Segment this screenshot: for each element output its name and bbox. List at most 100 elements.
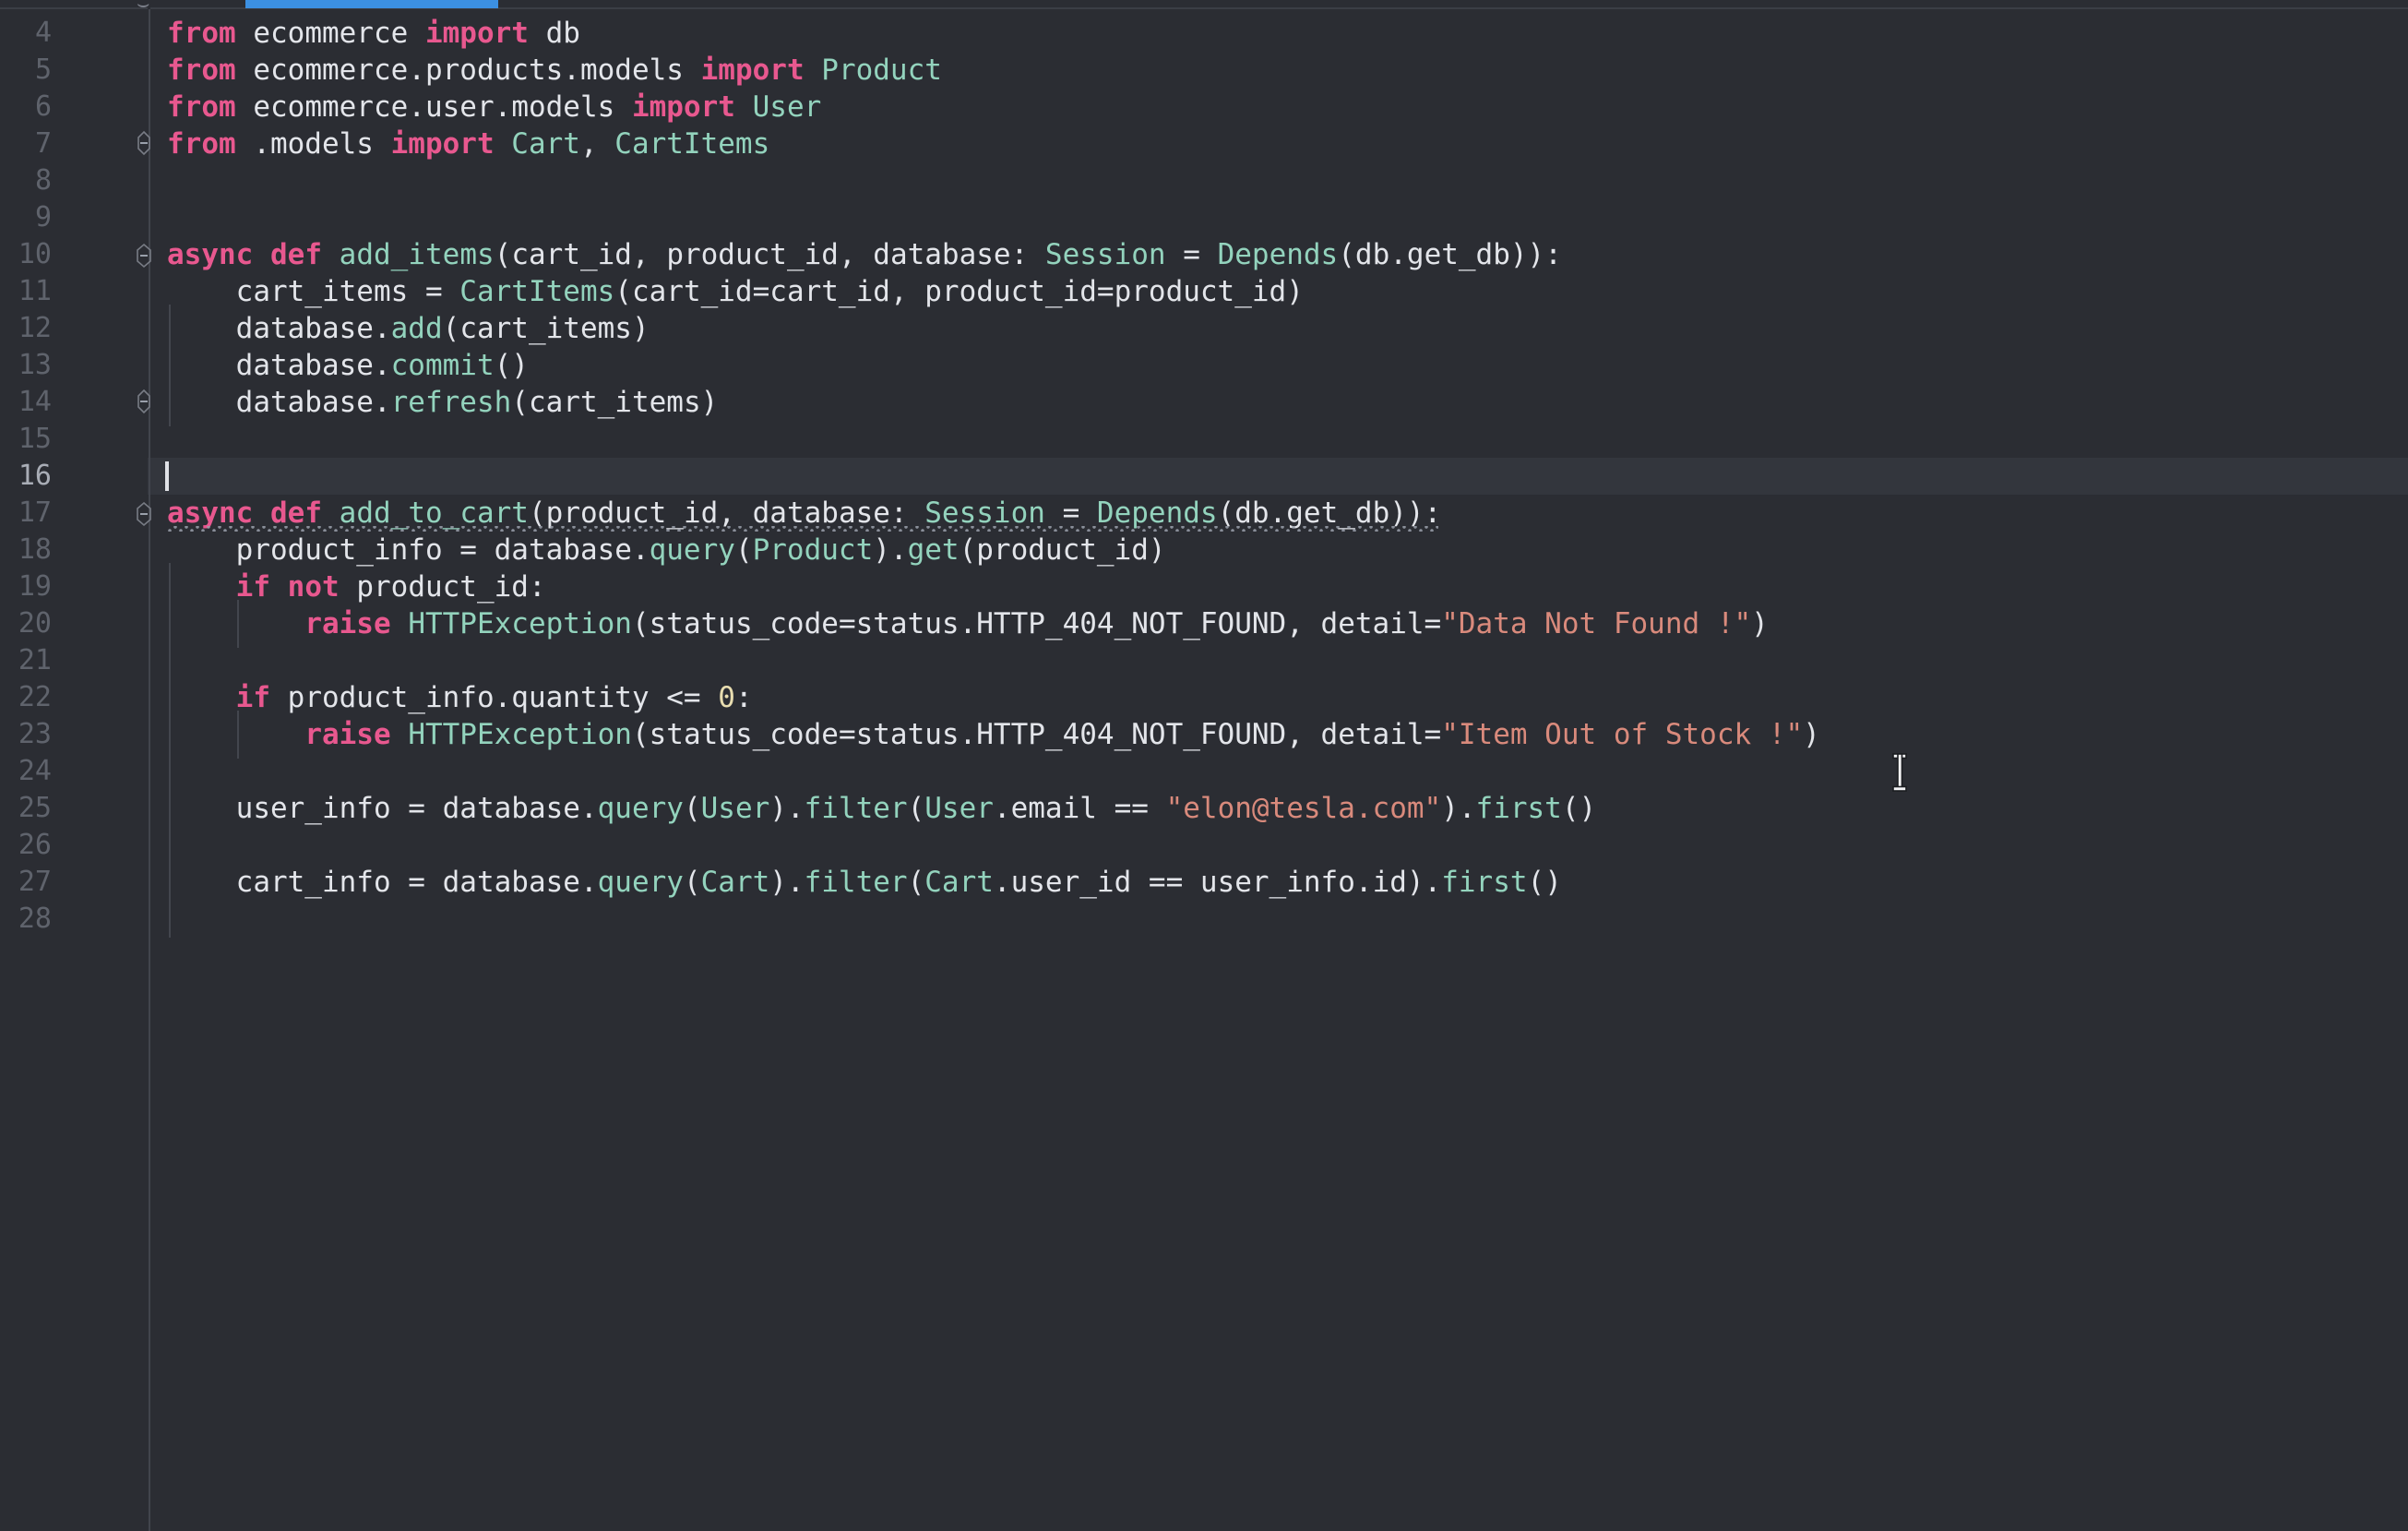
code-token: (: [631, 718, 650, 751]
code-token: ==: [1131, 866, 1200, 899]
code-token: user: [424, 90, 495, 124]
code-token: =: [1044, 496, 1097, 530]
code-line[interactable]: user_info = database.query(User).filter(…: [167, 790, 1597, 827]
code-line[interactable]: cart_info = database.query(Cart).filter(…: [167, 864, 1562, 901]
code-token: HTTP_404_NOT_FOUND: [976, 718, 1287, 751]
fold-collapse-icon[interactable]: [132, 236, 156, 273]
code-token: (: [631, 607, 650, 640]
code-editor[interactable]: ⌣ 45678910111213141516171819202122232425…: [0, 0, 2408, 1531]
code-token: get_db: [1286, 496, 1390, 530]
code-token: user_id: [1010, 866, 1132, 899]
code-line[interactable]: async def add_items(cart_id, product_id,…: [167, 236, 1562, 273]
gutter-line-number[interactable]: 23: [0, 716, 52, 753]
fold-end-icon[interactable]: [132, 126, 156, 162]
code-token: (): [1561, 792, 1597, 825]
gutter-line-number[interactable]: 18: [0, 532, 52, 568]
code-token: .: [993, 866, 1011, 899]
code-token: product_id: [924, 275, 1097, 308]
gutter-line-number[interactable]: 19: [0, 568, 52, 605]
code-token: raise: [304, 718, 391, 751]
fold-end-icon[interactable]: [132, 384, 156, 421]
code-token: ,: [1286, 607, 1321, 640]
code-line[interactable]: from ecommerce import db: [167, 15, 580, 52]
code-token: db: [1234, 496, 1270, 530]
code-line[interactable]: from .models import Cart, CartItems: [167, 126, 769, 162]
code-token: (): [494, 349, 529, 382]
code-token: from: [167, 17, 236, 50]
code-line[interactable]: if not product_id:: [167, 568, 546, 605]
code-token: user_info: [1199, 866, 1355, 899]
code-token: get: [907, 533, 960, 567]
gutter-line-number[interactable]: 21: [0, 642, 52, 679]
code-content-area[interactable]: from ecommerce import db from ecommerce.p…: [150, 9, 2408, 1531]
code-line[interactable]: from ecommerce.user.models import User: [167, 89, 821, 126]
code-line[interactable]: cart_items = CartItems(cart_id=cart_id, …: [167, 273, 1304, 310]
code-line[interactable]: database.add(cart_items): [167, 310, 650, 347]
gutter-line-number[interactable]: 26: [0, 827, 52, 864]
code-token: status_code: [649, 607, 839, 640]
gutter-line-number[interactable]: 8: [0, 162, 52, 199]
code-line[interactable]: raise HTTPException(status_code=status.H…: [167, 716, 1820, 753]
code-token: product_info: [287, 681, 495, 714]
gutter-line-number[interactable]: 16: [0, 458, 52, 495]
code-token: .: [408, 90, 425, 124]
code-token: cart_id: [511, 238, 632, 271]
code-token: first: [1441, 866, 1528, 899]
code-token: .: [631, 533, 650, 567]
gutter-line-number[interactable]: 22: [0, 679, 52, 716]
code-token: filter: [804, 866, 908, 899]
gutter-line-number[interactable]: 9: [0, 199, 52, 236]
code-token: (: [907, 792, 925, 825]
code-token: Product: [821, 54, 942, 87]
code-line[interactable]: database.refresh(cart_items): [167, 384, 719, 421]
gutter-line-number[interactable]: 5: [0, 52, 52, 89]
gutter-line-number[interactable]: 20: [0, 605, 52, 642]
code-line[interactable]: database.commit(): [167, 347, 529, 384]
code-token: .: [579, 866, 598, 899]
editor-gutter[interactable]: 4 5 6 7 8 9 10 11 12 13 14 15 16 17 18 19 20 21 22 23 24 25 26…: [0, 9, 148, 1531]
breadcrumb-arc-icon: ⌣: [137, 0, 157, 8]
error-squiggle-underline: [167, 526, 1438, 532]
fold-collapse-icon[interactable]: [132, 495, 156, 532]
code-line[interactable]: from ecommerce.products.models import Pr…: [167, 52, 942, 89]
gutter-line-number[interactable]: 13: [0, 347, 52, 384]
gutter-line-number[interactable]: 7: [0, 126, 52, 162]
gutter-line-number[interactable]: 17: [0, 495, 52, 532]
gutter-line-number[interactable]: 24: [0, 753, 52, 790]
code-line[interactable]: if product_info.quantity <= 0:: [167, 679, 753, 716]
gutter-line-number[interactable]: 10: [0, 236, 52, 273]
code-token: CartItems: [614, 127, 770, 161]
gutter-line-number[interactable]: 6: [0, 89, 52, 126]
active-tab-underline[interactable]: [245, 0, 498, 8]
code-token: database: [235, 312, 374, 345]
code-token: 0: [718, 681, 735, 714]
code-line[interactable]: product_info = database.query(Product).g…: [167, 532, 1166, 568]
gutter-line-number[interactable]: 12: [0, 310, 52, 347]
gutter-line-number[interactable]: 4: [0, 15, 52, 52]
gutter-line-number[interactable]: 11: [0, 273, 52, 310]
code-token: "Item Out of Stock !": [1441, 718, 1804, 751]
gutter-line-number[interactable]: 27: [0, 864, 52, 901]
gutter-line-number[interactable]: 15: [0, 421, 52, 458]
code-token: refresh: [390, 386, 512, 419]
code-line[interactable]: raise HTTPException(status_code=status.H…: [167, 605, 1769, 642]
code-token: .: [1269, 496, 1287, 530]
code-token: =: [752, 275, 770, 308]
gutter-line-number[interactable]: 28: [0, 901, 52, 938]
code-token: =: [408, 275, 460, 308]
gutter-line-number[interactable]: 25: [0, 790, 52, 827]
code-token: .: [959, 718, 977, 751]
gutter-line-number[interactable]: 14: [0, 384, 52, 421]
